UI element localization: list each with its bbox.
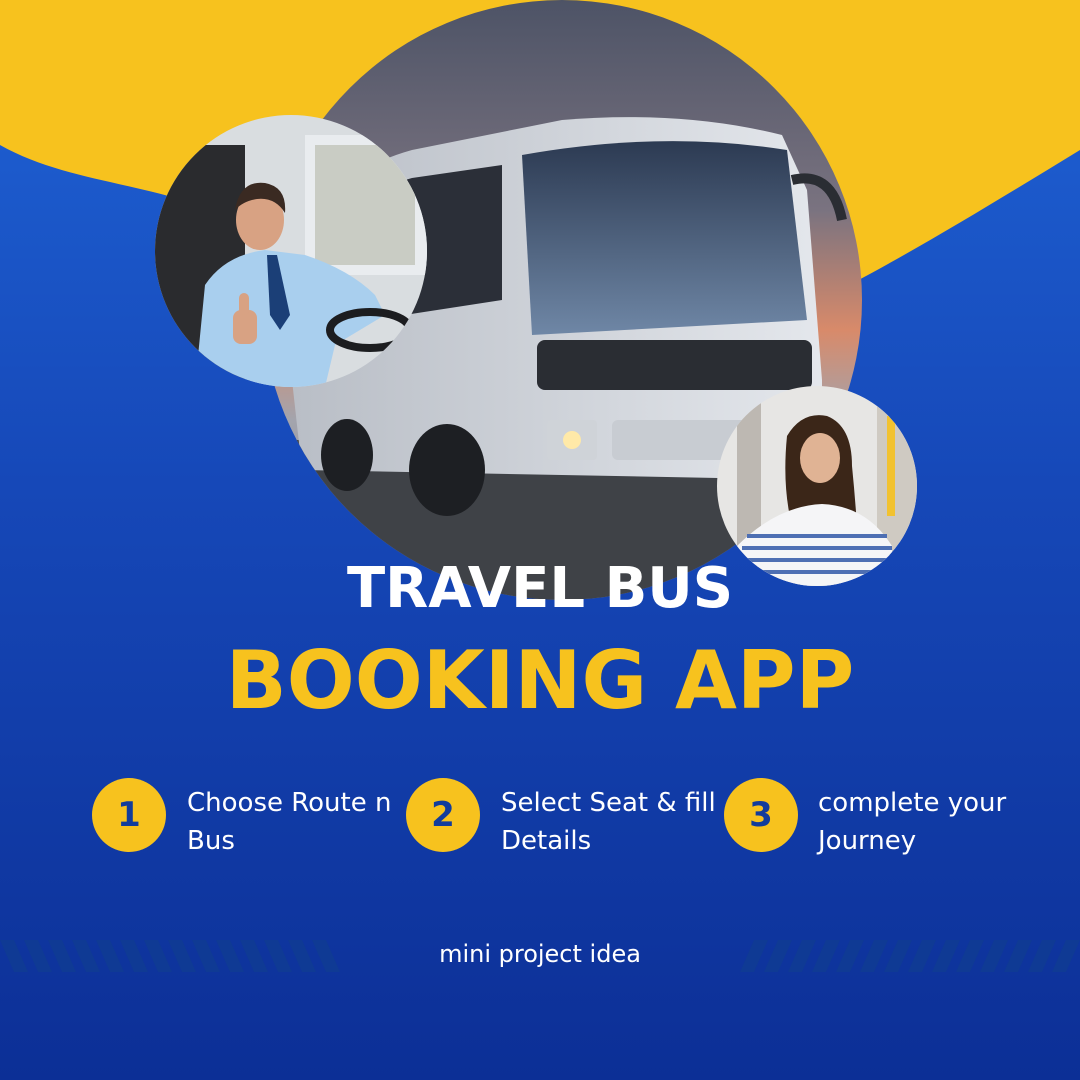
step-2-text: Select Seat & fill Details — [501, 788, 716, 856]
step-3-text: complete your Journey — [818, 788, 1007, 856]
title-line-1: TRAVEL BUS — [346, 556, 734, 621]
title-line-2: BOOKING APP — [225, 634, 855, 727]
step-1-text: Choose Route n Bus — [187, 788, 392, 856]
step-3-number-badge: 3 — [724, 778, 798, 852]
driver-thumbs-up-photo — [155, 115, 427, 387]
step-2: 2 Select Seat & fill Details — [406, 778, 716, 858]
step-3: 3 complete your Journey — [724, 778, 1024, 858]
step-2-number-badge: 2 — [406, 778, 480, 852]
poster: TRAVEL BUS BOOKING APP 1 Choose Route n … — [0, 0, 1080, 1080]
footer-caption: mini project idea — [439, 940, 641, 968]
step-1-number-badge: 1 — [92, 778, 166, 852]
step-1: 1 Choose Route n Bus — [92, 778, 392, 858]
